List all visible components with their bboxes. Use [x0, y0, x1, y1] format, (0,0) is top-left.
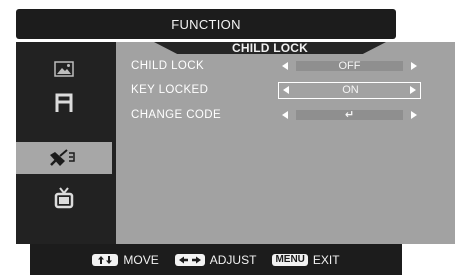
menu-title: FUNCTION	[171, 16, 241, 32]
adjust-hint: ADJUST	[174, 252, 257, 267]
picture-icon	[54, 61, 74, 77]
key-locked-value: ON	[342, 84, 359, 96]
tv-icon	[54, 187, 74, 209]
adjust-label: ADJUST	[209, 252, 257, 267]
up-down-arrows-icon	[92, 253, 119, 266]
right-arrow-icon[interactable]	[410, 86, 416, 94]
child-lock-value: OFF	[296, 61, 403, 72]
left-arrow-icon[interactable]	[283, 86, 289, 94]
sidebar-item-function[interactable]	[16, 142, 112, 174]
osd-menu: CHILD LOCK CHILD LOCK OFF KEY LOCKED ON …	[16, 42, 455, 244]
change-code-selector[interactable]: ↵	[278, 107, 421, 124]
change-code-label: CHANGE CODE	[131, 109, 222, 121]
menu-title-bar: FUNCTION	[16, 9, 396, 39]
settings-panel: CHILD LOCK CHILD LOCK OFF KEY LOCKED ON …	[116, 42, 455, 244]
left-arrow-icon[interactable]	[282, 111, 288, 119]
right-arrow-icon[interactable]	[411, 111, 417, 119]
help-bar: MOVE ADJUST MENU EXIT	[30, 244, 402, 275]
key-locked-label: KEY LOCKED	[131, 84, 209, 96]
child-lock-selector[interactable]: OFF	[278, 58, 421, 75]
change-code-row[interactable]: CHANGE CODE ↵	[116, 106, 455, 126]
exit-hint: MENU EXIT	[272, 252, 340, 267]
sidebar-item-audio[interactable]	[16, 87, 112, 119]
left-right-arrows-icon	[174, 253, 205, 266]
panel-title: CHILD LOCK	[154, 42, 386, 54]
move-hint: MOVE	[92, 252, 159, 267]
function-icon	[48, 147, 80, 169]
menu-key: MENU	[272, 253, 308, 266]
move-label: MOVE	[123, 252, 159, 267]
change-code-value: ↵	[296, 110, 403, 121]
audio-icon	[55, 93, 73, 113]
left-arrow-icon[interactable]	[282, 62, 288, 70]
child-lock-row[interactable]: CHILD LOCK OFF	[116, 57, 455, 77]
key-locked-row[interactable]: KEY LOCKED ON	[116, 81, 455, 101]
category-sidebar	[16, 42, 112, 244]
key-locked-selector[interactable]: ON	[278, 82, 421, 99]
child-lock-label: CHILD LOCK	[131, 60, 205, 72]
right-arrow-icon[interactable]	[411, 62, 417, 70]
sidebar-item-picture[interactable]	[16, 53, 112, 85]
exit-label: EXIT	[312, 252, 340, 267]
sidebar-item-tv[interactable]	[16, 182, 112, 214]
